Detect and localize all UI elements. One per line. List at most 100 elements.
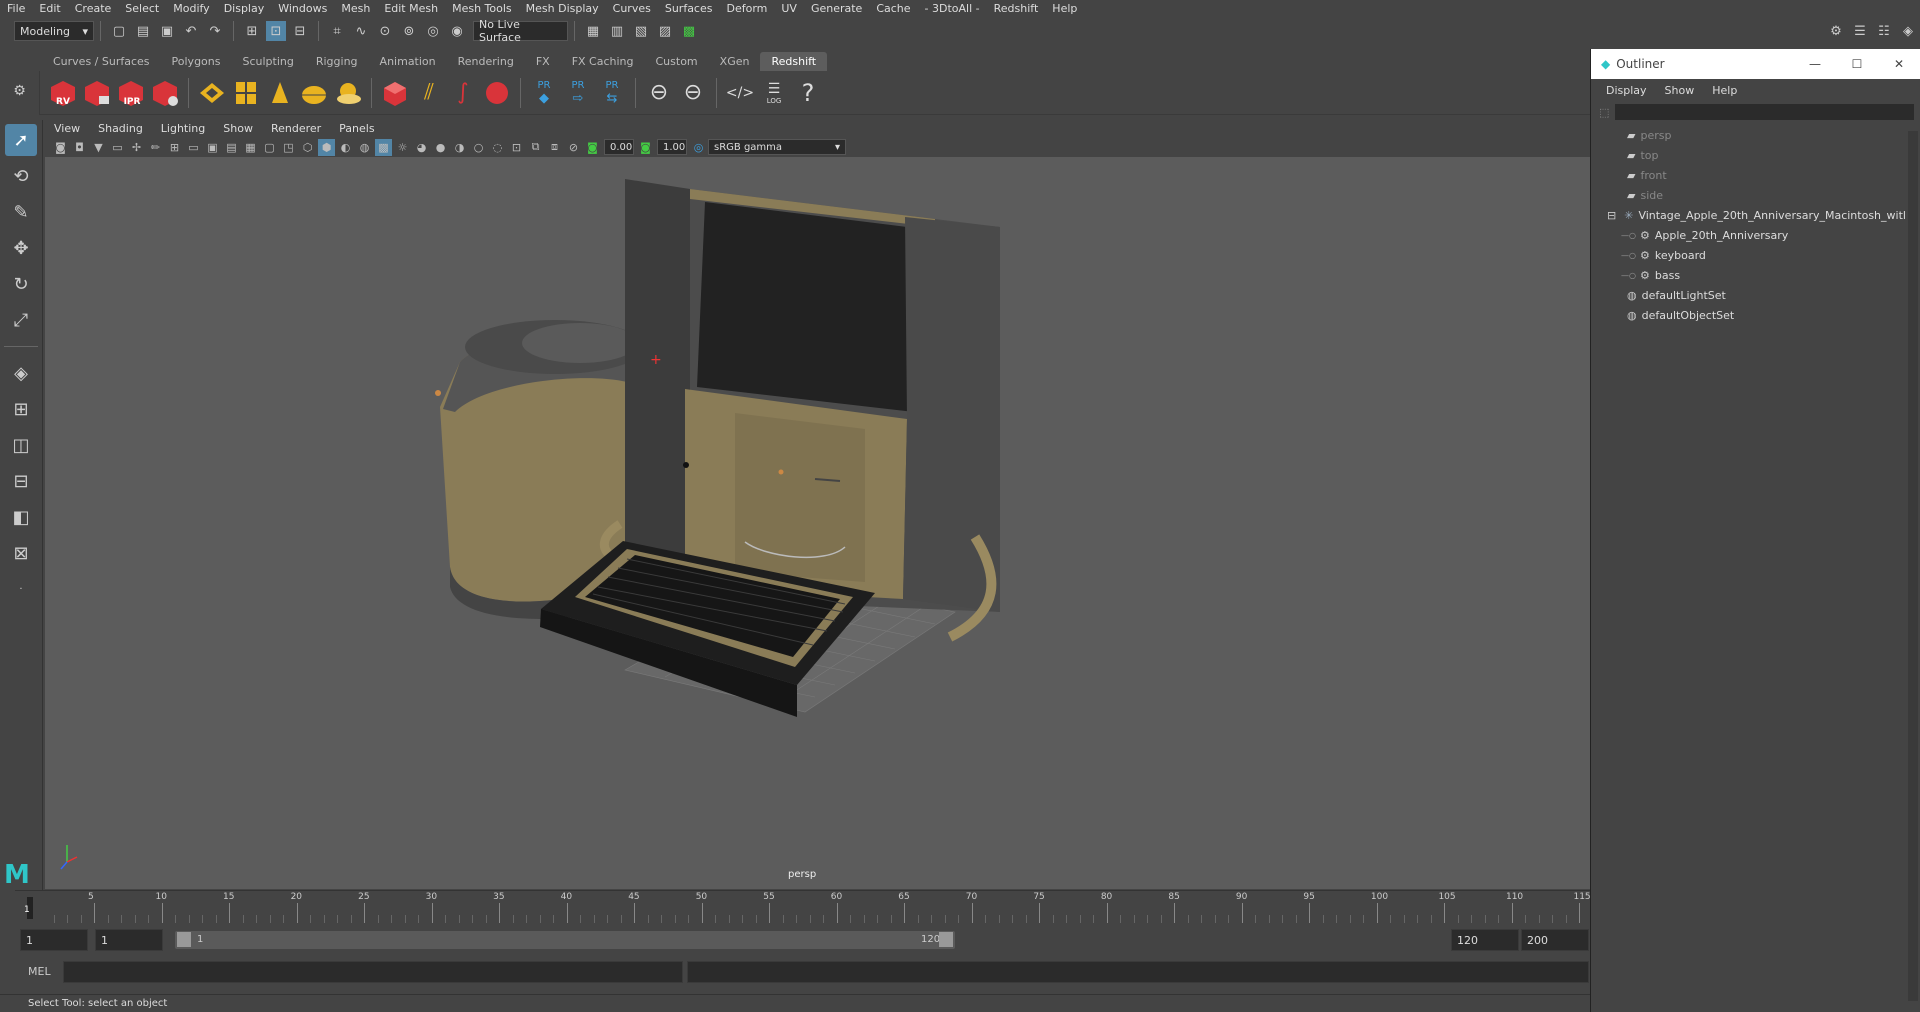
snap-grid-icon[interactable]: ⌗: [327, 21, 347, 41]
image-plane-icon[interactable]: ▭: [109, 139, 126, 156]
pr-object-button[interactable]: PR ◆: [529, 77, 559, 109]
snap-view-icon[interactable]: ⊚: [399, 21, 419, 41]
tab-animation[interactable]: Animation: [369, 52, 447, 71]
textured-icon[interactable]: ▩: [375, 138, 392, 156]
undo-icon[interactable]: ↶: [181, 21, 201, 41]
outliner-scrollbar[interactable]: [1908, 131, 1918, 1001]
menu-mesh-tools[interactable]: Mesh Tools: [445, 2, 519, 15]
select-tool-icon[interactable]: ➚: [5, 124, 37, 156]
tab-xgen[interactable]: XGen: [709, 52, 761, 71]
select-component-icon[interactable]: ⊟: [290, 21, 310, 41]
close-icon[interactable]: ✕: [1878, 57, 1920, 71]
menu-edit-mesh[interactable]: Edit Mesh: [377, 2, 445, 15]
spot-light-button[interactable]: [265, 77, 295, 109]
move-tool-icon[interactable]: ✥: [5, 232, 37, 264]
render-snapshot-button[interactable]: [82, 77, 112, 109]
single-view-icon[interactable]: ◈: [5, 357, 37, 389]
minimize-icon[interactable]: —: [1794, 57, 1836, 71]
depth-of-field-icon[interactable]: ◌: [489, 139, 506, 156]
default-material-icon[interactable]: ◐: [337, 139, 354, 156]
xray-joints-icon[interactable]: ⧈: [546, 139, 563, 156]
range-end-handle[interactable]: [939, 932, 953, 947]
range-start-handle[interactable]: [177, 932, 191, 947]
material-ball-2-button[interactable]: ⊖: [678, 77, 708, 109]
tab-polygons[interactable]: Polygons: [161, 52, 232, 71]
outliner-search-input[interactable]: [1615, 104, 1914, 120]
scale-tool-icon[interactable]: ⤢: [5, 304, 37, 336]
viewport-menu-lighting[interactable]: Lighting: [152, 122, 214, 135]
exposure-icon[interactable]: ◙: [584, 139, 601, 156]
sun-sky-button[interactable]: [333, 77, 363, 109]
menu-help[interactable]: Help: [1045, 2, 1084, 15]
outliner-item[interactable]: —○ ⚙ bass: [1591, 265, 1920, 285]
render-options-button[interactable]: [150, 77, 180, 109]
outliner-item[interactable]: ▰ top: [1591, 145, 1920, 165]
hypershade-icon[interactable]: ▨: [655, 21, 675, 41]
colorspace-dropdown[interactable]: sRGB gamma ▾: [708, 139, 846, 155]
safe-action-icon[interactable]: ▢: [261, 139, 278, 156]
workspace-dropdown[interactable]: Modeling ▾: [14, 21, 94, 41]
lasso-tool-icon[interactable]: ⟲: [5, 160, 37, 192]
menu-mesh-display[interactable]: Mesh Display: [519, 2, 606, 15]
outliner-item[interactable]: ▰ side: [1591, 185, 1920, 205]
area-light-button[interactable]: [197, 77, 227, 109]
log-button[interactable]: ☰ LOG: [759, 77, 789, 109]
tab-curves-surfaces[interactable]: Curves / Surfaces: [42, 52, 161, 71]
render-settings-icon[interactable]: ▧: [631, 21, 651, 41]
outliner-menu-display[interactable]: Display: [1597, 84, 1656, 97]
outliner-item[interactable]: —○ ⚙ Apple_20th_Anniversary: [1591, 225, 1920, 245]
material-ball-button[interactable]: ⊖: [644, 77, 674, 109]
tab-fx[interactable]: FX: [525, 52, 561, 71]
mel-label[interactable]: MEL: [28, 965, 51, 978]
curve-button[interactable]: ∫: [448, 77, 478, 109]
ambient-occlusion-icon[interactable]: ●: [432, 139, 449, 156]
layout-outliner-icon[interactable]: ⊟: [5, 465, 37, 497]
smooth-shade-icon[interactable]: ⬢: [318, 138, 335, 156]
viewport-menu-panels[interactable]: Panels: [330, 122, 383, 135]
menu-surfaces[interactable]: Surfaces: [658, 2, 720, 15]
xray-icon[interactable]: ⧉: [527, 139, 544, 156]
bookmark-icon[interactable]: ▼: [90, 139, 107, 156]
render-ipr-icon[interactable]: ▥: [607, 21, 627, 41]
collapse-icon[interactable]: ⊟: [1607, 209, 1616, 222]
camera-attributes-icon[interactable]: ◘: [71, 139, 88, 156]
render-view-icon[interactable]: ▩: [679, 21, 699, 41]
render-view-button[interactable]: RV: [48, 77, 78, 109]
layout-hypershade-icon[interactable]: ⊠: [5, 537, 37, 569]
tab-custom[interactable]: Custom: [645, 52, 709, 71]
playback-start-field[interactable]: 1: [95, 929, 163, 951]
shadows-icon[interactable]: ◕: [413, 139, 430, 156]
menu-curves[interactable]: Curves: [606, 2, 658, 15]
script-button[interactable]: </>: [725, 77, 755, 109]
outliner-item[interactable]: —○ ⚙ keyboard: [1591, 245, 1920, 265]
menu-windows[interactable]: Windows: [271, 2, 334, 15]
end-frame-field[interactable]: 200: [1521, 929, 1589, 951]
menu-create[interactable]: Create: [68, 2, 119, 15]
viewport-menu-shading[interactable]: Shading: [89, 122, 152, 135]
maximize-icon[interactable]: ☐: [1836, 57, 1878, 71]
gamma-icon[interactable]: ◙: [637, 139, 654, 156]
outliner-item[interactable]: ⊟ ✳ Vintage_Apple_20th_Anniversary_Macinto…: [1591, 205, 1920, 225]
menu-edit[interactable]: Edit: [32, 2, 67, 15]
tab-redshift[interactable]: Redshift: [760, 52, 828, 71]
exposure-field[interactable]: 0.00: [604, 139, 634, 155]
two-d-pan-icon[interactable]: ✢: [128, 139, 145, 156]
menu-redshift[interactable]: Redshift: [987, 2, 1046, 15]
outliner-item[interactable]: ◍ defaultLightSet: [1591, 285, 1920, 305]
dome-light-button[interactable]: [299, 77, 329, 109]
viewport-menu-view[interactable]: View: [45, 122, 89, 135]
xray-components-icon[interactable]: ⊘: [565, 139, 582, 156]
open-scene-icon[interactable]: ▤: [133, 21, 153, 41]
command-input[interactable]: [63, 961, 683, 983]
menu-modify[interactable]: Modify: [166, 2, 216, 15]
gate-mask-icon[interactable]: ▤: [223, 139, 240, 156]
wireframe-shaded-icon[interactable]: ◍: [356, 139, 373, 156]
field-chart-icon[interactable]: ▦: [242, 139, 259, 156]
range-slider[interactable]: 1 120: [175, 931, 955, 949]
tab-sculpting[interactable]: Sculpting: [231, 52, 304, 71]
menu-select[interactable]: Select: [118, 2, 166, 15]
lights-icon[interactable]: ☼: [394, 139, 411, 156]
outliner-menu-show[interactable]: Show: [1656, 84, 1704, 97]
tab-rendering[interactable]: Rendering: [447, 52, 525, 71]
outliner-item[interactable]: ▰ persp: [1591, 125, 1920, 145]
